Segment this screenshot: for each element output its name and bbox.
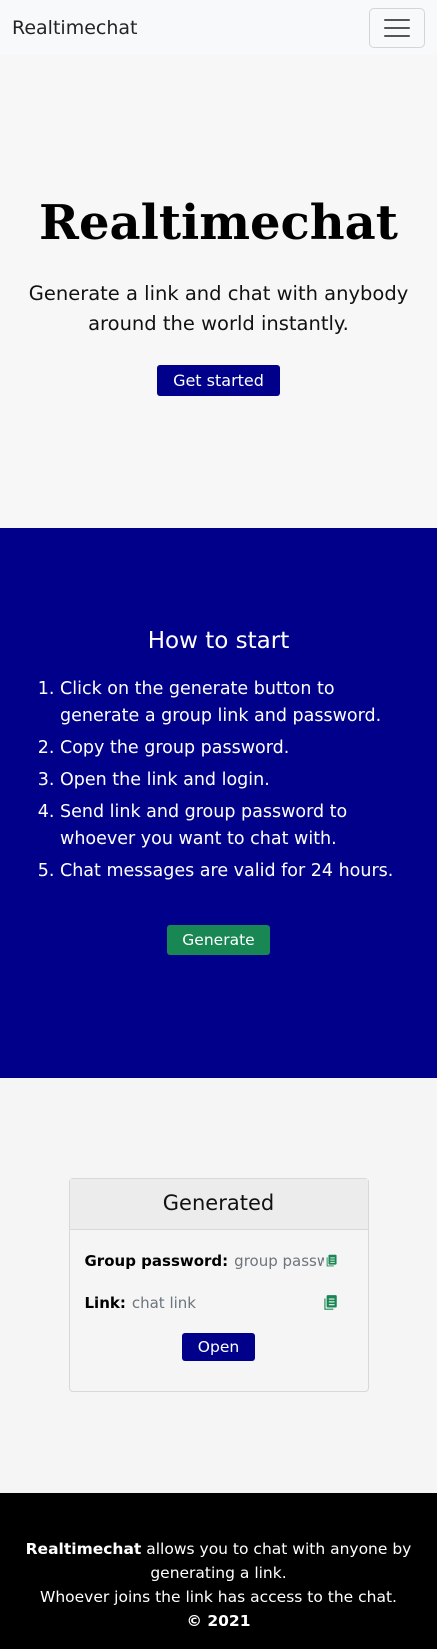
steps-list: Click on the generate button to generate…	[60, 676, 411, 885]
hamburger-icon	[384, 18, 410, 21]
generate-button[interactable]: Generate	[167, 925, 270, 955]
step-item: Copy the group password.	[60, 735, 411, 762]
hero-subtitle: Generate a link and chat with anybody ar…	[28, 282, 409, 335]
password-value[interactable]: group password	[234, 1252, 324, 1270]
footer-copyright: © 2021	[186, 1612, 251, 1630]
menu-toggle-button[interactable]	[369, 7, 425, 48]
how-to-heading: How to start	[147, 628, 290, 654]
generated-card: Generated Group password: group password…	[68, 1178, 369, 1392]
link-label: Link:	[84, 1294, 126, 1312]
password-label: Group password:	[84, 1252, 229, 1270]
generated-section: Generated Group password: group password…	[0, 1078, 437, 1493]
how-to-section: How to start Click on the generate butto…	[0, 528, 437, 1078]
copy-link-icon[interactable]	[321, 1294, 339, 1312]
footer: Realtimechat allows you to chat with any…	[0, 1493, 437, 1649]
step-item: Open the link and login.	[60, 767, 411, 794]
navbar: Realtimechat	[0, 0, 437, 55]
navbar-brand[interactable]: Realtimechat	[12, 17, 137, 39]
step-item: Chat messages are valid for 24 hours.	[60, 858, 411, 885]
copy-password-icon[interactable]	[324, 1252, 338, 1270]
generated-card-header: Generated	[69, 1179, 368, 1230]
footer-line-1-text: allows you to chat with anyone by genera…	[141, 1540, 412, 1582]
hero-title: Realtimechat	[39, 195, 398, 251]
link-field: Link: chat link	[85, 1292, 353, 1314]
step-item: Click on the generate button to generate…	[60, 676, 411, 730]
footer-line-1: Realtimechat allows you to chat with any…	[0, 1537, 437, 1585]
footer-line-2: Whoever joins the link has access to the…	[40, 1588, 397, 1606]
password-field: Group password: group password	[85, 1250, 353, 1272]
step-item: Send link and group password to whoever …	[60, 799, 411, 853]
open-button[interactable]: Open	[181, 1333, 256, 1361]
hero-section: Realtimechat Generate a link and chat wi…	[0, 55, 437, 528]
footer-brand: Realtimechat	[25, 1540, 142, 1558]
get-started-button[interactable]: Get started	[157, 365, 280, 396]
link-value[interactable]: chat link	[132, 1294, 321, 1312]
